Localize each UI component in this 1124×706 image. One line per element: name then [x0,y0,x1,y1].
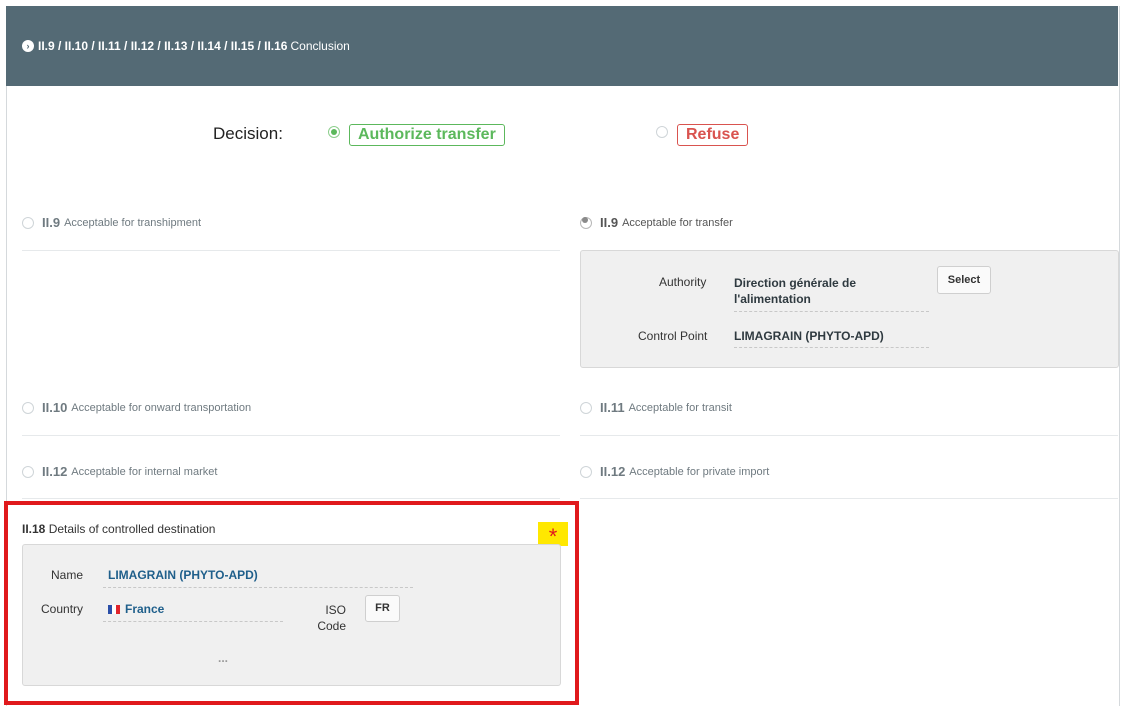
option-label: Acceptable for private import [629,465,770,478]
divider [580,498,1118,499]
divider [580,435,1118,436]
section-title: Conclusion [290,39,350,53]
highlight-frame [4,501,579,705]
option-internal-market[interactable]: II.12 Acceptable for internal market [22,464,217,479]
transit-radio[interactable] [580,401,592,414]
option-code: II.9 [42,215,61,230]
option-code: II.9 [600,215,619,230]
option-transhipment[interactable]: II.9 Acceptable for transhipment [22,215,201,230]
authority-value: Direction générale de l'alimentation [734,276,857,306]
refuse-radio[interactable] [656,126,668,138]
divider [22,435,560,436]
refuse-button[interactable]: Refuse [677,124,749,146]
option-label: Acceptable for onward transportation [71,401,252,414]
authorize-radio[interactable] [328,126,340,138]
onward-radio[interactable] [22,401,34,414]
decision-label: Decision: [213,124,283,143]
chevron-right-icon[interactable]: › [22,40,34,52]
option-label: Acceptable for transfer [622,216,733,229]
transhipment-radio[interactable] [22,216,34,229]
section-header[interactable]: › II.9 / II.10 / II.11 / II.12 / II.13 /… [6,6,1118,86]
select-authority-button[interactable]: Select [937,266,991,294]
option-label: Acceptable for transhipment [64,216,202,229]
option-transfer[interactable]: II.9 Acceptable for transfer [580,215,733,230]
control-point-underline [734,347,929,348]
option-code: II.12 [600,464,626,479]
internal-market-radio[interactable] [22,465,34,478]
option-label: Acceptable for internal market [71,465,218,478]
option-transit[interactable]: II.11 Acceptable for transit [580,400,732,415]
divider [22,498,560,499]
control-point-label: Control Point [638,329,708,343]
option-private-import[interactable]: II.12 Acceptable for private import [580,464,769,479]
transfer-radio[interactable] [580,216,592,229]
authority-underline [734,311,929,312]
section-codes: II.9 / II.10 / II.11 / II.12 / II.13 / I… [38,39,288,53]
option-code: II.10 [42,400,68,415]
option-onward-transportation[interactable]: II.10 Acceptable for onward transportati… [22,400,251,415]
option-label: Acceptable for transit [628,401,732,414]
authorize-transfer-button[interactable]: Authorize transfer [349,124,505,146]
private-import-radio[interactable] [580,465,592,478]
option-code: II.11 [600,400,625,415]
authority-label: Authority [659,275,707,289]
transfer-details-panel: Authority Direction générale de l'alimen… [580,250,1119,368]
option-code: II.12 [42,464,68,479]
divider [22,250,560,251]
control-point-value: LIMAGRAIN (PHYTO-APD) [734,329,884,343]
